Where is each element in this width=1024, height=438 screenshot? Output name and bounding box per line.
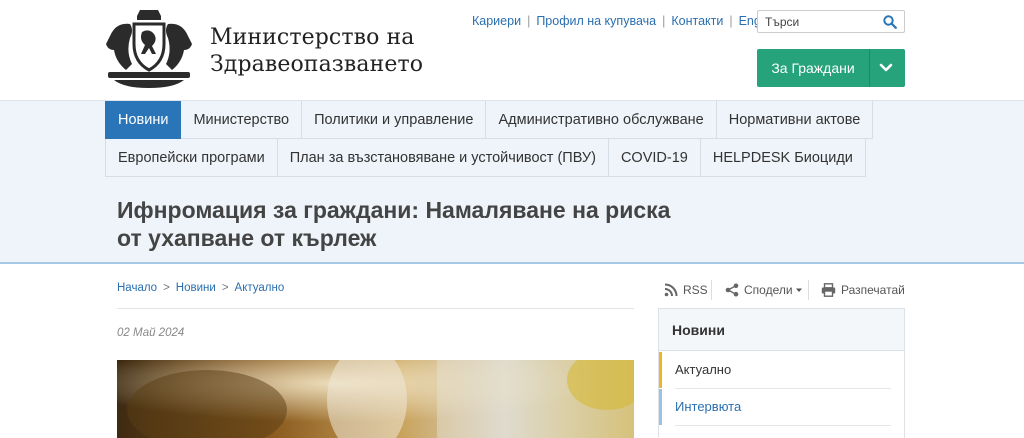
ministry-name-line1: Министерство на	[210, 25, 415, 50]
share-dropdown[interactable]: Сподели	[725, 280, 803, 300]
for-citizens-button[interactable]: За Граждани	[757, 49, 905, 87]
top-link-buyer-profile[interactable]: Профил на купувача	[536, 14, 656, 28]
ministry-name[interactable]: Министерство на Здравеопазването	[210, 24, 423, 78]
breadcrumb-separator: >	[221, 282, 229, 294]
chevron-down-icon[interactable]	[879, 61, 893, 75]
top-link-careers[interactable]: Кариери	[472, 14, 521, 28]
top-link-contacts[interactable]: Контакти	[671, 14, 723, 28]
breadcrumb-separator: >	[163, 282, 170, 294]
sidebar-title: Новини	[659, 309, 904, 351]
print-label: Разпечатай	[841, 283, 905, 297]
nav-row-1: Новини Министерство Политики и управлени…	[105, 101, 874, 139]
breadcrumb-current[interactable]: Актуално	[235, 282, 285, 294]
separator	[711, 280, 712, 300]
site-header: Министерство на Здравеопазването Кариери…	[0, 0, 1024, 100]
button-divider	[869, 49, 870, 87]
print-link[interactable]: Разпечатай	[821, 280, 905, 300]
publish-date: 02 Май 2024	[117, 327, 185, 339]
page-title: Ифнромация за граждани: Намаляване на ри…	[117, 197, 671, 251]
search-input[interactable]	[758, 11, 878, 32]
separator: |	[729, 14, 733, 28]
top-links: Кариери|Профил на купувача|Контакти|Engl…	[472, 14, 780, 28]
sidebar-news-menu: Новини Актуално Интервюта	[658, 308, 905, 438]
coat-of-arms-logo[interactable]	[104, 6, 194, 90]
divider	[117, 308, 634, 309]
article-image	[117, 360, 634, 438]
for-citizens-label: За Граждани	[771, 60, 855, 76]
nav-item-ministry[interactable]: Министерство	[181, 101, 303, 139]
share-label: Сподели	[744, 283, 793, 297]
share-icon	[725, 283, 739, 297]
rss-link[interactable]: RSS	[664, 280, 708, 300]
printer-icon	[821, 283, 836, 297]
breadcrumb: Начало > Новини > Актуално	[117, 282, 284, 294]
separator	[808, 280, 809, 300]
nav-item-policies[interactable]: Политики и управление	[302, 101, 487, 139]
separator: |	[662, 14, 666, 28]
nav-item-helpdesk-biocides[interactable]: HELPDESK Биоциди	[700, 139, 866, 177]
search-box	[757, 10, 905, 33]
sidebar-item-current[interactable]: Актуално	[659, 352, 904, 388]
header-divider	[0, 262, 1024, 264]
nav-item-regulations[interactable]: Нормативни актове	[716, 101, 874, 139]
search-icon[interactable]	[883, 15, 897, 29]
divider	[675, 425, 891, 426]
nav-item-news[interactable]: Новини	[105, 101, 182, 139]
breadcrumb-news[interactable]: Новини	[176, 282, 216, 294]
nav-row-2: Европейски програми План за възстановява…	[105, 139, 866, 177]
nav-item-covid[interactable]: COVID-19	[608, 139, 701, 177]
nav-item-admin-services[interactable]: Административно обслужване	[486, 101, 717, 139]
sidebar-item-interviews[interactable]: Интервюта	[659, 389, 904, 425]
caret-down-icon	[795, 288, 802, 292]
nav-item-eu-programs[interactable]: Европейски програми	[105, 139, 278, 177]
main-navigation: Новини Министерство Политики и управлени…	[0, 100, 1024, 263]
breadcrumb-home[interactable]: Начало	[117, 282, 157, 294]
rss-label: RSS	[683, 283, 708, 297]
rss-icon	[664, 283, 678, 297]
separator: |	[527, 14, 531, 28]
nav-item-recovery-plan[interactable]: План за възстановяване и устойчивост (ПВ…	[277, 139, 609, 177]
ministry-name-line2: Здравеопазването	[210, 52, 424, 77]
